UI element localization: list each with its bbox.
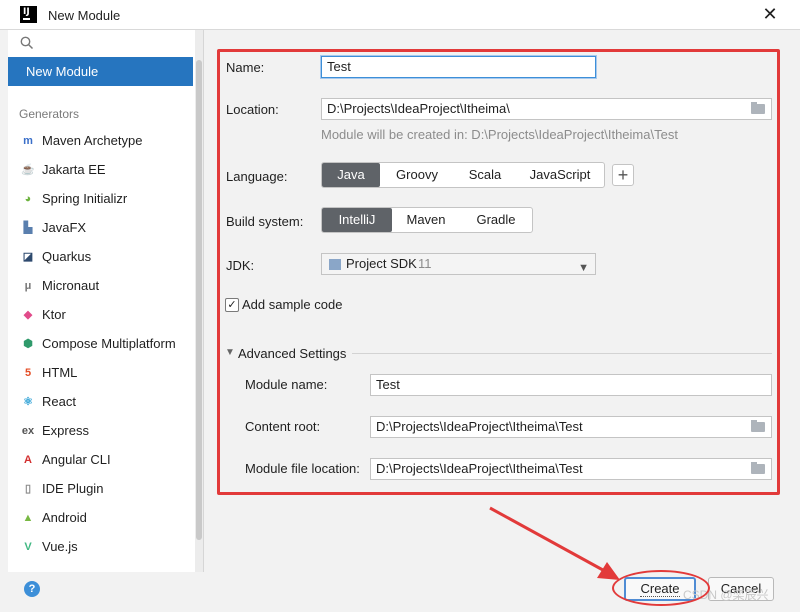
annotation-arrow [489,506,620,580]
annotation-ellipse [612,570,710,606]
